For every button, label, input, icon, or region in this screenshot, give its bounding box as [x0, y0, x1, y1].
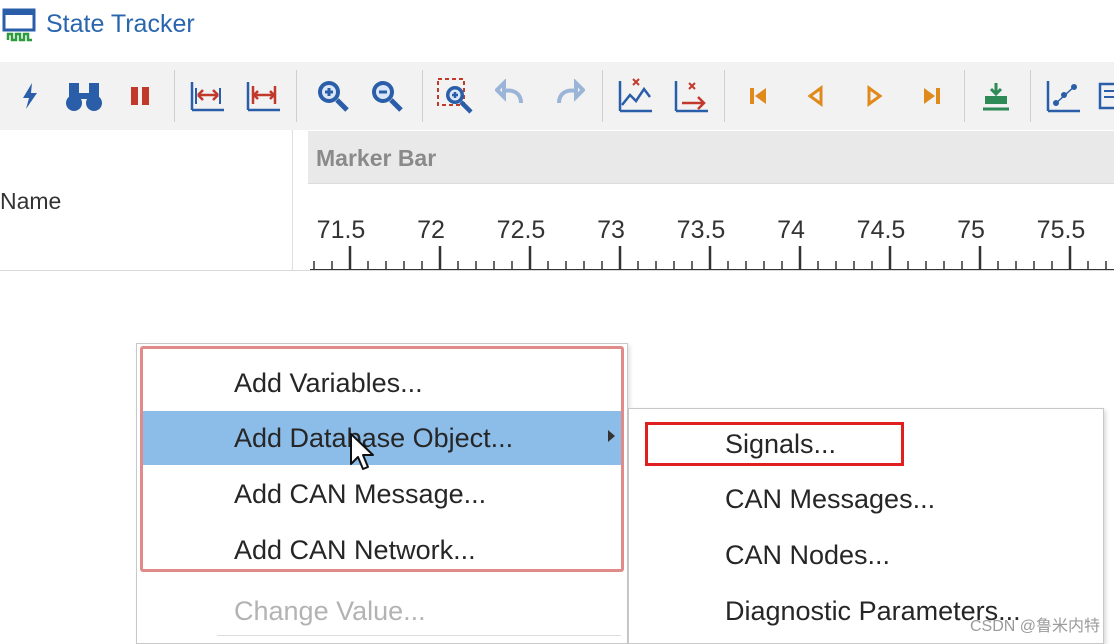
title-bar: State Tracker — [0, 0, 1114, 60]
fit-range-icon[interactable] — [242, 74, 286, 118]
submenu-item-label: Signals... — [725, 428, 837, 459]
toolbar-separator — [174, 70, 175, 122]
menu-item-label: Change Value... — [234, 595, 426, 626]
window-title: State Tracker — [46, 10, 195, 38]
menu-item-label: Add Variables... — [234, 367, 423, 398]
redo-icon[interactable] — [546, 74, 590, 118]
state-tracker-app-icon — [2, 8, 36, 42]
chart-export-icon[interactable] — [670, 74, 714, 118]
submenu-item-can-messages[interactable]: CAN Messages... — [629, 472, 1103, 526]
menu-item-add-can-network[interactable]: Add CAN Network... — [141, 523, 623, 577]
menu-item-label: Add CAN Message... — [234, 478, 487, 509]
watermark: CSDN @鲁米内特 — [969, 618, 1100, 635]
zoom-in-icon[interactable] — [310, 74, 354, 118]
marker-bar[interactable]: Marker Bar — [308, 131, 1114, 184]
submenu-item-label: CAN Nodes... — [725, 539, 891, 570]
zoom-region-icon[interactable] — [434, 74, 478, 118]
menu-separator — [217, 635, 621, 636]
menu-item-add-database-object[interactable]: Add Database Object... — [141, 411, 623, 465]
menu-item-label: Add CAN Network... — [234, 534, 476, 565]
fit-horizontal-icon[interactable] — [186, 74, 230, 118]
toolbar — [0, 62, 1114, 130]
mouse-cursor-icon — [350, 433, 374, 470]
menu-item-add-variables[interactable]: Add Variables... — [141, 356, 623, 410]
name-column-header: Name — [0, 130, 293, 270]
binoculars-icon[interactable] — [62, 74, 106, 118]
marker-icon[interactable] — [974, 74, 1018, 118]
zoom-out-icon[interactable] — [364, 74, 408, 118]
menu-item-change-value: Change Value... — [141, 584, 623, 638]
toolbar-separator — [964, 70, 965, 122]
scatter-chart-icon[interactable] — [1042, 74, 1086, 118]
submenu-item-can-nodes[interactable]: CAN Nodes... — [629, 528, 1103, 582]
pause-icon[interactable] — [118, 74, 162, 118]
undo-icon[interactable] — [490, 74, 534, 118]
toolbar-separator — [422, 70, 423, 122]
previous-icon[interactable] — [794, 74, 838, 118]
chart-x-icon[interactable] — [614, 74, 658, 118]
context-menu: Add Variables... Add Database Object... … — [136, 343, 628, 644]
first-icon[interactable] — [736, 74, 780, 118]
ruler-ticks — [310, 246, 1114, 271]
submenu-item-label: CAN Messages... — [725, 483, 936, 514]
menu-item-add-can-message[interactable]: Add CAN Message... — [141, 467, 623, 521]
toolbar-separator — [724, 70, 725, 122]
toolbar-separator — [1030, 70, 1031, 122]
lightning-icon[interactable] — [8, 74, 52, 118]
panel-icon[interactable] — [1096, 74, 1114, 118]
toolbar-separator — [602, 70, 603, 122]
submenu-database-object: Signals... CAN Messages... CAN Nodes... … — [628, 408, 1104, 644]
name-column-label: Name — [0, 188, 62, 214]
last-icon[interactable] — [910, 74, 954, 118]
toolbar-separator — [296, 70, 297, 122]
submenu-item-signals[interactable]: Signals... — [629, 417, 1103, 471]
time-ruler: 71.5 72 72.5 73 73.5 74 74.5 75 75.5 — [308, 190, 1114, 272]
header-divider — [0, 270, 1114, 271]
next-icon[interactable] — [852, 74, 896, 118]
submenu-arrow-icon — [608, 430, 615, 442]
marker-bar-label: Marker Bar — [316, 145, 437, 171]
